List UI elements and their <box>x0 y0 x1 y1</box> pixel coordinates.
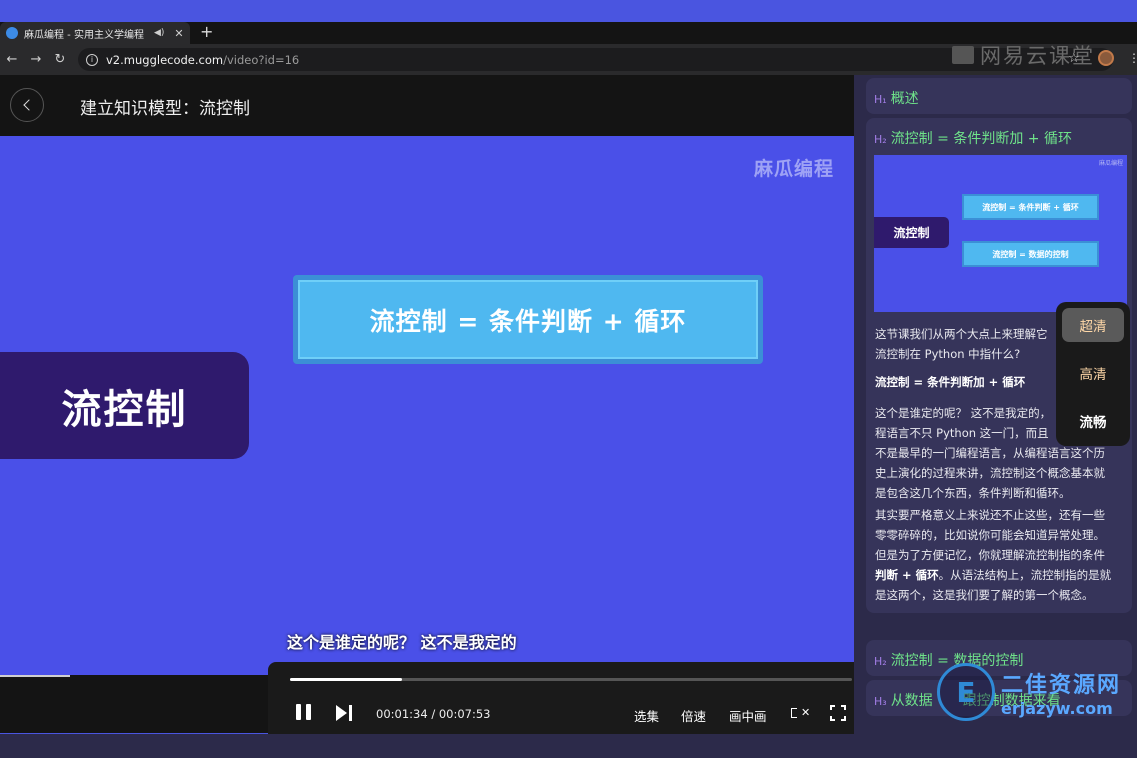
h3-title: 从数据 <box>890 693 933 709</box>
back-arrow-icon[interactable]: ← <box>0 52 24 67</box>
menu-kebab-icon[interactable]: ⋮ <box>1128 51 1137 65</box>
chevron-left-icon <box>22 99 35 111</box>
h1-title: 概述 <box>890 91 919 107</box>
formula-box: 流控制 = 条件判断 + 循环 <box>293 275 763 364</box>
page-bottom-bg <box>0 734 1137 758</box>
watermark-url: erjazyw.com <box>1001 698 1113 718</box>
bookmark-star-icon[interactable]: ☆ <box>1068 51 1080 66</box>
quality-option-high[interactable]: 高清 <box>1062 356 1124 390</box>
thumb-brand: 麻瓜编程 <box>1098 160 1123 167</box>
player-controls: 00:01:34 / 00:07:53 选集 倍速 画中画 ✕ <box>268 662 873 734</box>
watermark-cn: 二佳资源网 <box>1001 672 1122 698</box>
thumb-flow: 流控制 <box>874 217 949 248</box>
total-time: 00:07:53 <box>438 707 491 721</box>
paragraph-4: 其实要严格意义上来说还不止这些，还有一些 零零碎碎的，比如说你可能会知道异常处理… <box>875 508 1112 602</box>
pause-button[interactable] <box>294 704 312 722</box>
site-info-icon[interactable]: i <box>86 53 98 66</box>
progress-fill <box>290 678 403 681</box>
outline-h1-card[interactable]: H₁ 概述 <box>866 78 1132 114</box>
watermark-logo-icon <box>952 46 974 64</box>
speed-button[interactable]: 倍速 <box>681 706 706 725</box>
time-display: 00:01:34 / 00:07:53 <box>376 707 491 721</box>
video-stage[interactable]: 麻瓜编程 流控制 = 条件判断 + 循环 流控制 这个是谁定的呢？ 这不是我定的 <box>0 136 854 675</box>
quality-menu: 超清 高清 流畅 <box>1056 302 1130 446</box>
pip-button[interactable]: 画中画 <box>729 706 767 725</box>
controls-row: 00:01:34 / 00:07:53 选集 倍速 画中画 ✕ <box>268 700 873 726</box>
site-favicon-icon <box>6 27 18 39</box>
current-time: 00:01:34 <box>376 707 428 721</box>
watermark-logo: E <box>937 663 995 721</box>
h2-tag: H₂ <box>874 133 887 146</box>
mute-icon[interactable]: ✕ <box>791 705 811 721</box>
next-button[interactable] <box>336 705 354 721</box>
h2b-tag: H₂ <box>874 655 887 668</box>
select-episode-button[interactable]: 选集 <box>634 706 659 725</box>
quality-option-smooth[interactable]: 流畅 <box>1062 404 1124 438</box>
url-path: /video?id=16 <box>223 52 300 67</box>
reload-icon[interactable]: ↻ <box>48 52 72 67</box>
brand-watermark: 麻瓜编程 <box>753 158 834 180</box>
video-subtitle: 这个是谁定的呢？ 这不是我定的 <box>287 633 517 652</box>
new-tab-button[interactable]: + <box>200 22 213 44</box>
flow-control-box: 流控制 <box>0 352 249 459</box>
url-host: v2.mugglecode.com <box>106 52 224 67</box>
video-header: 建立知识模型：流控制 <box>0 75 854 136</box>
video-back-button[interactable] <box>10 88 44 122</box>
h1-tag: H₁ <box>874 93 887 106</box>
forward-arrow-icon[interactable]: → <box>24 52 48 67</box>
browser-tab[interactable]: 麻瓜编程 - 实用主义学编程 ◀) ✕ <box>0 22 190 44</box>
mini-progress-bar <box>0 675 70 677</box>
video-title: 建立知识模型：流控制 <box>80 99 250 119</box>
slide-thumbnail[interactable]: 麻瓜编程 流控制 流控制 = 条件判断 + 循环 流控制 = 数据的控制 <box>874 155 1127 312</box>
thumb-formula-2: 流控制 = 数据的控制 <box>962 241 1099 267</box>
audio-playing-icon[interactable]: ◀) <box>154 28 164 38</box>
quality-option-super[interactable]: 超清 <box>1062 308 1124 342</box>
time-separator: / <box>431 707 436 721</box>
tab-title: 麻瓜编程 - 实用主义学编程 <box>24 29 144 41</box>
tab-close-icon[interactable]: ✕ <box>174 27 183 40</box>
h3-tag: H₃ <box>874 695 887 708</box>
h2-title: 流控制 = 条件判断加 + 循环 <box>890 131 1072 147</box>
progress-bar[interactable] <box>290 678 852 681</box>
thumb-formula-1: 流控制 = 条件判断 + 循环 <box>962 194 1099 220</box>
profile-avatar[interactable] <box>1098 50 1114 66</box>
fullscreen-icon[interactable] <box>830 705 846 721</box>
watermark-bottom: E 二佳资源网 erjazyw.com <box>937 663 1121 721</box>
